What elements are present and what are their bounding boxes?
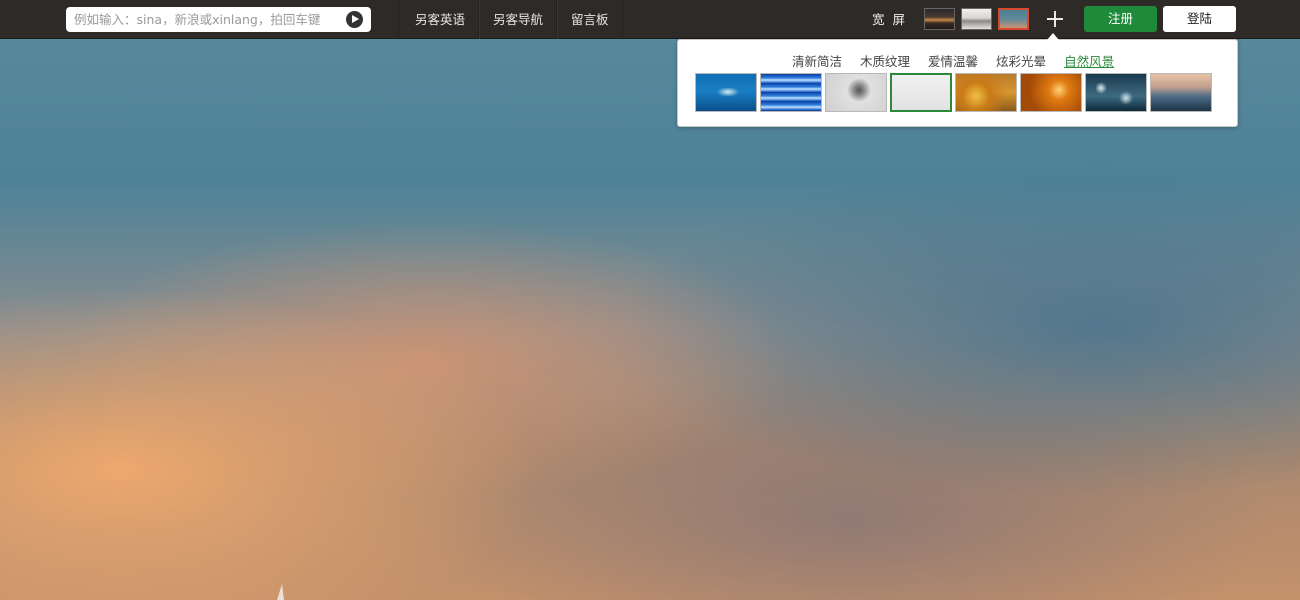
skin-thumbnail-mountains[interactable]	[1150, 73, 1212, 112]
tab-fresh-simple[interactable]: 清新简洁	[792, 51, 842, 70]
theme-thumbnail-2[interactable]	[961, 8, 992, 30]
skin-thumbnail-flower[interactable]	[825, 73, 887, 112]
nav-item-message-board[interactable]: 留言板	[557, 0, 623, 39]
nav-item-english[interactable]: 另客英语	[399, 0, 480, 39]
nav-item-navigation[interactable]: 另客导航	[479, 0, 558, 39]
search-go-icon[interactable]	[346, 11, 363, 28]
top-bar: 另客英语 另客导航 留言板 宽 屏 注册 登陆	[0, 0, 1300, 39]
skin-picker-panel: 清新简洁 木质纹理 爱情温馨 炫彩光晕 自然风景	[677, 33, 1238, 127]
sailboat-image	[277, 584, 284, 600]
tab-colorful-halo[interactable]: 炫彩光晕	[996, 51, 1046, 70]
plus-icon[interactable]	[1046, 10, 1064, 28]
skin-thumbnail-water[interactable]	[760, 73, 822, 112]
skin-thumbnail-dew[interactable]	[1085, 73, 1147, 112]
skin-category-tabs: 清新简洁 木质纹理 爱情温馨 炫彩光晕 自然风景	[792, 51, 1114, 70]
theme-thumbnail-1[interactable]	[924, 8, 955, 30]
skin-thumbnail-turtle[interactable]	[695, 73, 757, 112]
search-input[interactable]	[74, 10, 344, 29]
skin-thumbnails	[695, 73, 1212, 112]
search-box[interactable]	[66, 7, 371, 32]
wide-screen-toggle[interactable]: 宽 屏	[872, 0, 907, 39]
tab-wood-texture[interactable]: 木质纹理	[860, 51, 910, 70]
skin-thumbnail-golden[interactable]	[1020, 73, 1082, 112]
top-nav: 另客英语 另客导航 留言板	[398, 0, 623, 39]
skin-thumbnail-poppies[interactable]	[955, 73, 1017, 112]
skin-thumbnail-mist[interactable]	[890, 73, 952, 112]
tab-love-warm[interactable]: 爱情温馨	[928, 51, 978, 70]
register-button[interactable]: 注册	[1084, 6, 1157, 32]
tab-natural-scenery[interactable]: 自然风景	[1064, 51, 1114, 70]
theme-thumbnail-3[interactable]	[998, 8, 1029, 30]
login-button[interactable]: 登陆	[1163, 6, 1236, 32]
